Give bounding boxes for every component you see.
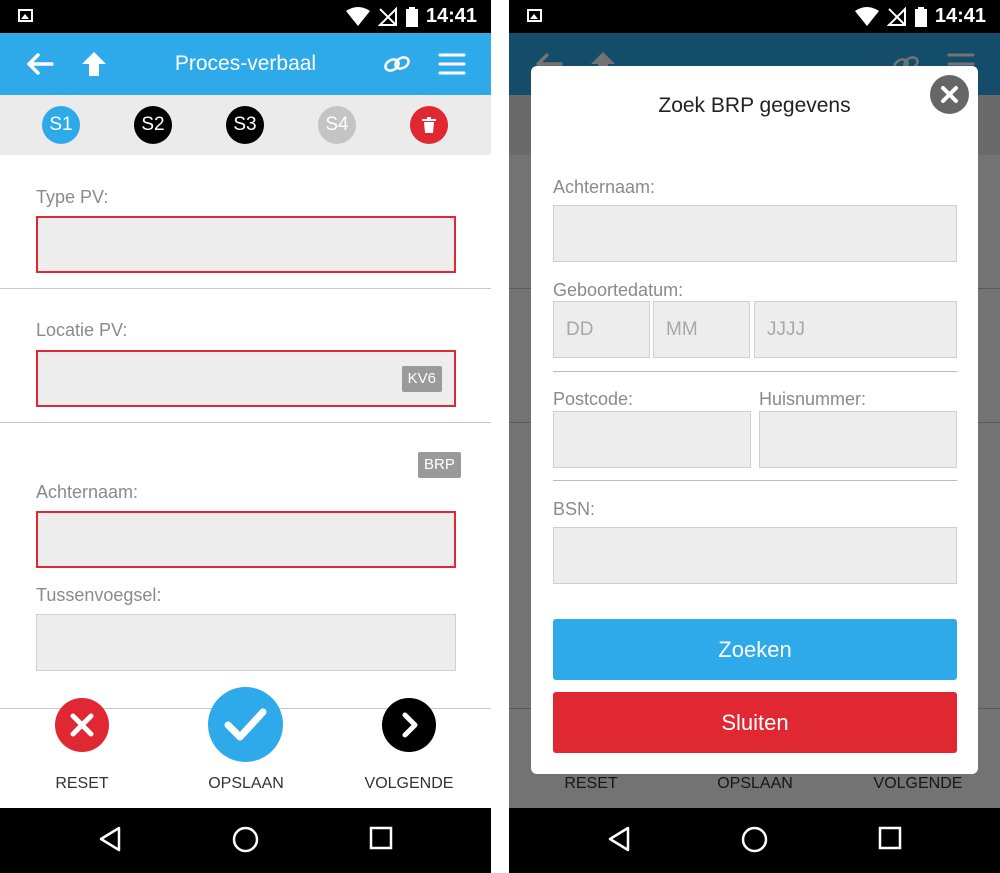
no-signal-icon [377, 6, 397, 26]
android-nav-bar [509, 808, 1000, 873]
type-pv-label: Type PV: [36, 187, 109, 207]
bsn-label: BSN: [553, 499, 596, 519]
status-time: 14:41 [934, 5, 986, 27]
status-bar: 14:41 [509, 0, 1000, 33]
chevron-right-icon [382, 698, 436, 752]
opslaan-button[interactable] [208, 687, 283, 762]
zoeken-button[interactable]: Zoeken [553, 619, 957, 680]
step-indicator: S1 S2 S3 S4 [0, 95, 491, 155]
reset-x-icon [55, 698, 109, 752]
battery-icon [405, 6, 418, 27]
delete-step-button[interactable] [410, 106, 448, 144]
divider [0, 288, 491, 289]
achternaam-label: Achternaam: [553, 177, 656, 197]
tussenvoegsel-field[interactable] [36, 614, 456, 671]
kv6-tag[interactable]: KV6 [401, 366, 442, 392]
android-recents-icon[interactable] [369, 826, 393, 850]
reset-label: RESET [55, 775, 109, 792]
menu-icon[interactable] [437, 50, 467, 78]
no-signal-icon [886, 6, 906, 26]
geboortedatum-label: Geboortedatum: [553, 280, 684, 300]
android-nav-bar [0, 808, 491, 873]
link-icon[interactable] [382, 50, 412, 78]
divider [553, 371, 957, 372]
android-back-icon[interactable] [98, 826, 122, 852]
sluiten-button[interactable]: Sluiten [553, 692, 957, 753]
divider [0, 422, 491, 423]
type-pv-field[interactable] [36, 216, 456, 273]
reset-button[interactable] [55, 698, 109, 752]
app-navbar: Proces-verbaal [0, 33, 491, 95]
battery-icon [914, 6, 927, 27]
postcode-field[interactable] [553, 411, 751, 468]
close-icon [941, 86, 958, 103]
step-s1[interactable]: S1 [42, 106, 80, 144]
step-s3[interactable]: S3 [226, 106, 264, 144]
month-field[interactable]: MM [653, 301, 750, 358]
phone-screen-form: 14:41 Proces-verbaal S1 S2 S3 S4 Type PV… [0, 0, 491, 873]
gallery-notification-icon [18, 9, 33, 22]
android-home-icon[interactable] [232, 826, 259, 853]
dialog-title: Zoek BRP gegevens [658, 94, 851, 117]
bsn-field[interactable] [553, 527, 957, 584]
bottom-action-bar: RESET OPSLAAN VOLGENDE [0, 687, 491, 809]
step-s4[interactable]: S4 [318, 106, 356, 144]
day-field[interactable]: DD [553, 301, 650, 358]
locatie-pv-field[interactable]: KV6 [36, 350, 456, 407]
phone-screen-brp-dialog: 14:41 RESET OPSLAAN VOLGENDE Zoek BRP ge… [509, 0, 1000, 873]
postcode-label: Postcode: [553, 389, 634, 409]
close-dialog-button[interactable] [930, 75, 969, 114]
android-back-icon[interactable] [607, 826, 631, 852]
year-field[interactable]: JJJJ [754, 301, 957, 358]
brp-lookup-button[interactable]: BRP [418, 452, 461, 478]
brp-search-dialog: Zoek BRP gegevens Achternaam: Geboorteda… [531, 66, 978, 774]
status-time: 14:41 [425, 5, 477, 27]
volgende-label: VOLGENDE [364, 775, 454, 792]
status-bar: 14:41 [0, 0, 491, 33]
trash-icon [422, 117, 436, 133]
wifi-icon [854, 6, 879, 26]
achternaam-label: Achternaam: [36, 482, 139, 502]
wifi-icon [345, 6, 370, 26]
volgende-button[interactable] [382, 698, 436, 752]
tussenvoegsel-label: Tussenvoegsel: [36, 585, 162, 605]
locatie-pv-label: Locatie PV: [36, 320, 128, 340]
step-s2[interactable]: S2 [134, 106, 172, 144]
achternaam-field[interactable] [36, 511, 456, 568]
checkmark-icon [208, 687, 283, 762]
achternaam-field[interactable] [553, 205, 957, 262]
divider [553, 480, 957, 481]
android-recents-icon[interactable] [878, 826, 902, 850]
huisnummer-label: Huisnummer: [759, 389, 867, 409]
android-home-icon[interactable] [741, 826, 768, 853]
opslaan-label: OPSLAAN [208, 775, 284, 792]
page-title: Proces-verbaal [174, 52, 317, 75]
gallery-notification-icon [527, 9, 542, 22]
huisnummer-field[interactable] [759, 411, 957, 468]
